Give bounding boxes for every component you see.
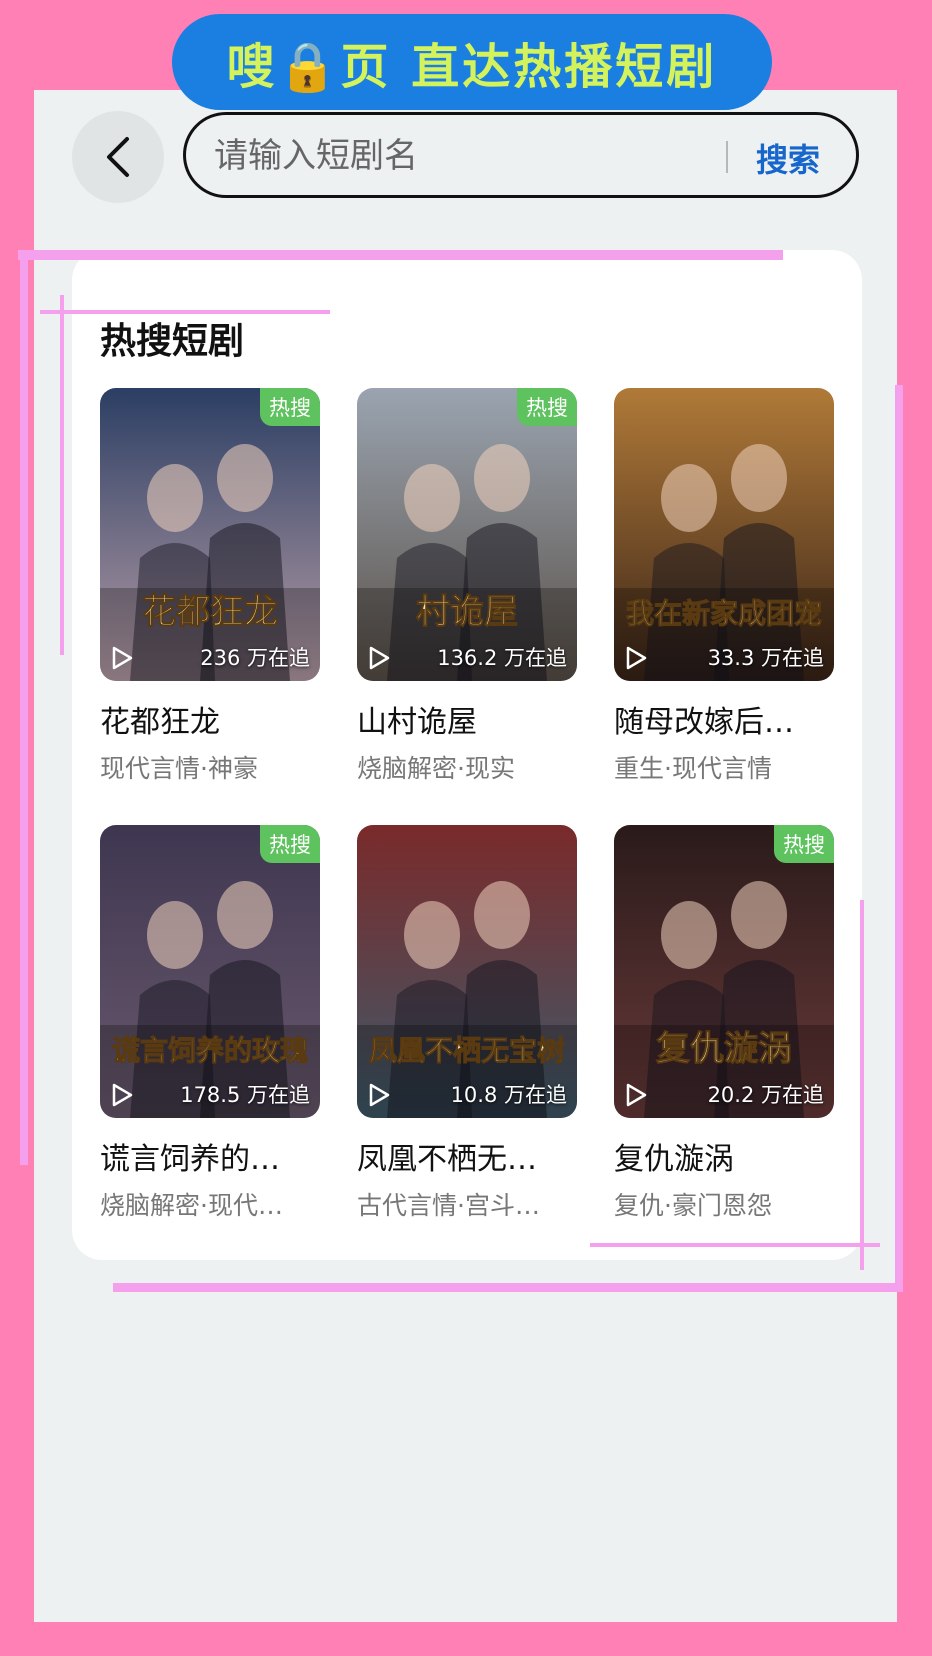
drama-poster[interactable]: 我在新家成团宠 33.3 万在追 <box>614 388 834 681</box>
poster-image: 花都狂龙 <box>100 388 320 681</box>
drama-tags: 烧脑解密·现实 <box>357 754 515 783</box>
chevron-left-icon <box>107 137 129 177</box>
viewer-count: 136.2 万在追 <box>437 646 567 670</box>
poster-title: 花都狂龙 <box>142 592 278 632</box>
decor-line <box>895 385 903 1290</box>
viewer-count: 10.8 万在追 <box>450 1083 567 1107</box>
decor-line <box>60 295 64 655</box>
drama-card[interactable]: 村诡屋 热搜 136.2 万在追山村诡屋烧脑解密·现实 <box>357 388 577 785</box>
banner-text: 嗖🔒页 直达热播短剧 <box>226 39 718 95</box>
decor-line <box>590 1243 880 1247</box>
search-input[interactable] <box>212 129 696 183</box>
decor-line <box>40 310 330 314</box>
drama-poster[interactable]: 复仇漩涡 热搜 20.2 万在追 <box>614 825 834 1118</box>
poster-image: 凤凰不栖无宝树 <box>357 825 577 1118</box>
drama-title[interactable]: 花都狂龙 <box>100 697 320 741</box>
play-icon <box>369 1083 390 1107</box>
hot-badge: 热搜 <box>260 825 320 863</box>
play-icon <box>112 646 133 670</box>
drama-title[interactable]: 山村诡屋 <box>357 697 577 741</box>
hot-badge: 热搜 <box>517 388 577 426</box>
decor-line <box>860 900 864 1270</box>
hot-badge: 热搜 <box>260 388 320 426</box>
drama-title[interactable]: 凤凰不栖无… <box>357 1134 577 1178</box>
poster-title: 村诡屋 <box>416 592 518 632</box>
play-icon <box>369 646 390 670</box>
viewer-count: 33.3 万在追 <box>707 646 824 670</box>
viewer-count: 178.5 万在追 <box>180 1083 310 1107</box>
drama-tags: 重生·现代言情 <box>614 754 772 783</box>
play-icon <box>626 1083 647 1107</box>
promo-banner: 嗖🔒页 直达热播短剧 <box>172 14 772 110</box>
viewer-count: 236 万在追 <box>200 646 310 670</box>
drama-card[interactable]: 我在新家成团宠 33.3 万在追随母改嫁后… 重生·现代言情 <box>614 388 834 785</box>
drama-poster[interactable]: 谎言饲养的玫瑰 热搜 178.5 万在追 <box>100 825 320 1118</box>
drama-card[interactable]: 凤凰不栖无宝树 10.8 万在追凤凰不栖无… 古代言情·宫斗… <box>357 825 577 1222</box>
poster-title: 凤凰不栖无宝树 <box>369 1034 565 1067</box>
drama-tags: 古代言情·宫斗… <box>357 1191 540 1220</box>
decor-line <box>18 250 783 260</box>
poster-image: 村诡屋 <box>357 388 577 681</box>
drama-card[interactable]: 花都狂龙 热搜 236 万在追 花都狂龙 现代言情·神豪 <box>100 388 320 785</box>
drama-poster[interactable]: 花都狂龙 热搜 236 万在追 <box>100 388 320 681</box>
poster-title: 复仇漩涡 <box>656 1029 792 1069</box>
hot-badge: 热搜 <box>774 825 834 863</box>
poster-image: 我在新家成团宠 <box>614 388 834 681</box>
play-icon <box>112 1083 133 1107</box>
hot-search-card: 热搜短剧 花都狂龙 热搜 236 万在追 花都狂龙 现代言情·神豪 村诡屋 热搜 136.2 … <box>72 250 862 1260</box>
decor-line <box>20 255 28 1165</box>
poster-title: 谎言饲养的玫瑰 <box>112 1034 308 1067</box>
play-icon <box>626 646 647 670</box>
drama-tags: 烧脑解密·现代… <box>100 1191 283 1220</box>
drama-card[interactable]: 复仇漩涡 热搜 20.2 万在追 复仇漩涡 复仇·豪门恩怨 <box>614 825 834 1222</box>
drama-title[interactable]: 随母改嫁后… <box>614 697 834 741</box>
section-title: 热搜短剧 <box>100 321 245 362</box>
back-button[interactable] <box>72 111 164 203</box>
search-button[interactable]: 搜索 <box>756 135 820 181</box>
viewer-count: 20.2 万在追 <box>707 1083 824 1107</box>
drama-tags: 现代言情·神豪 <box>100 754 258 783</box>
poster-title: 我在新家成团宠 <box>626 597 822 630</box>
drama-title[interactable]: 复仇漩涡 <box>614 1134 834 1178</box>
drama-tags: 复仇·豪门恩怨 <box>614 1191 772 1220</box>
search-divider <box>726 141 728 173</box>
drama-poster[interactable]: 凤凰不栖无宝树 10.8 万在追 <box>357 825 577 1118</box>
poster-image: 复仇漩涡 <box>614 825 834 1118</box>
drama-poster[interactable]: 村诡屋 热搜 136.2 万在追 <box>357 388 577 681</box>
drama-card[interactable]: 谎言饲养的玫瑰 热搜 178.5 万在追谎言饲养的… 烧脑解密·现代… <box>100 825 320 1222</box>
search-bar: 搜索 <box>183 112 859 198</box>
decor-line <box>113 1283 903 1292</box>
poster-image: 谎言饲养的玫瑰 <box>100 825 320 1118</box>
drama-title[interactable]: 谎言饲养的… <box>100 1134 320 1178</box>
